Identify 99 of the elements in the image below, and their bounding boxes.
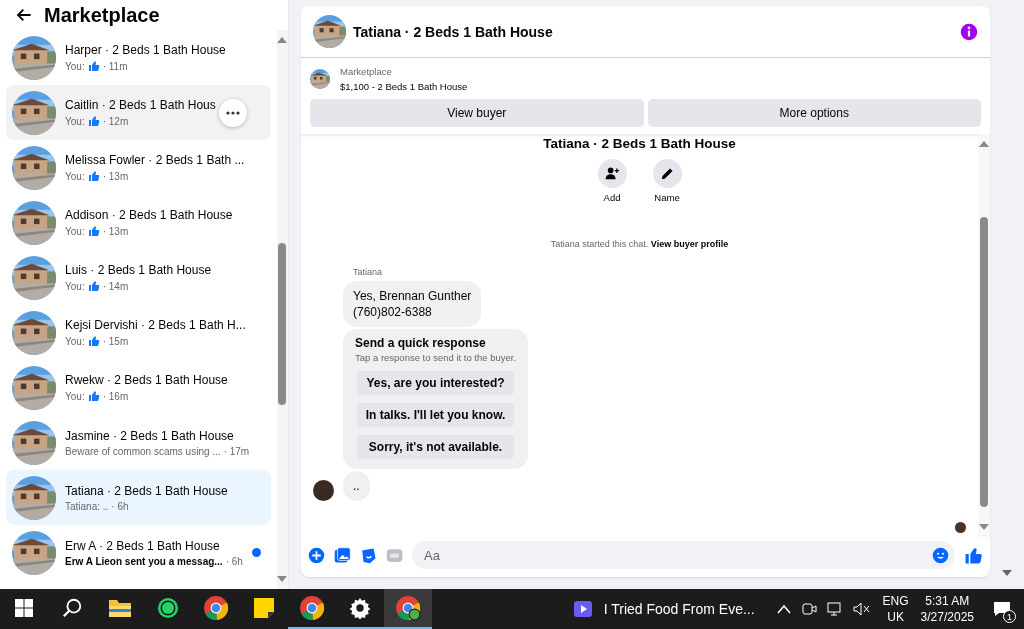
sender-name: Tatiana [353, 267, 384, 277]
conversation-title: Luis · 2 Beds 1 Bath House [65, 263, 213, 277]
scroll-down-icon[interactable] [277, 576, 288, 583]
sticker-icon[interactable] [360, 546, 377, 564]
thumbs-up-icon [87, 115, 100, 127]
media-title[interactable]: I Tried Food From Eve... [603, 601, 755, 617]
message-time: · 12m [102, 115, 129, 127]
pencil-icon [659, 166, 675, 181]
message-time: · 13m [102, 170, 129, 182]
conversation-heading: Tatiana · 2 Beds 1 Bath House [543, 136, 736, 151]
muted-speaker-icon[interactable] [852, 601, 871, 617]
conversation-title: Erw A · 2 Beds 1 Bath House [65, 538, 221, 553]
notification-count: 1 [1003, 610, 1016, 623]
conversation-title: Melissa Fowler · 2 Beds 1 Bath ... [65, 153, 246, 167]
windows-logo-icon[interactable] [15, 599, 33, 617]
image-icon[interactable] [334, 546, 351, 564]
quick-reply-button[interactable]: Sorry, it's not available. [357, 435, 515, 459]
emoji-icon[interactable] [932, 546, 949, 564]
message-time: · 11m [102, 60, 128, 72]
message-preview: You: [65, 170, 85, 182]
thumbs-up-icon [87, 170, 100, 182]
browser-icon[interactable] [395, 595, 421, 621]
chat-title: Tatiana · 2 Beds 1 Bath House [353, 23, 554, 40]
message-preview: Beware of common scams using ... [65, 445, 221, 457]
browser-icon[interactable] [299, 595, 325, 621]
folder-icon[interactable] [108, 597, 132, 619]
scrollbar-thumb[interactable] [278, 243, 287, 405]
listing-label: Marketplace [340, 66, 393, 77]
scroll-up-icon[interactable] [979, 140, 989, 147]
message-time: · 13m [102, 225, 129, 237]
scrollbar-thumb[interactable] [980, 217, 988, 507]
message-preview: You: [65, 390, 85, 402]
message-time: · 15m [102, 335, 129, 347]
conversation-title: Kejsi Dervishi · 2 Beds 1 Bath H... [65, 318, 247, 332]
conversation-title: Jasmine · 2 Beds 1 Bath House [65, 428, 235, 443]
message-time: · 17m [223, 445, 250, 457]
message-bubble: .. [343, 471, 370, 501]
message-time: · 16m [102, 390, 129, 402]
chat-notice: Tatiana started this chat. View buyer profile [550, 239, 729, 249]
settings-icon[interactable] [349, 597, 371, 619]
browser-icon[interactable] [203, 595, 229, 621]
scroll-up-icon[interactable] [277, 36, 288, 43]
add-person-icon [604, 166, 620, 181]
chevron-up-icon[interactable] [776, 604, 791, 614]
thumbs-up-icon [87, 390, 100, 402]
message-preview: You: [65, 60, 85, 72]
camera-icon[interactable] [800, 601, 817, 617]
network-icon[interactable] [826, 601, 843, 617]
message-preview: You: [65, 115, 85, 127]
quick-response-hint: Tap a response to send it to the buyer. [355, 352, 517, 363]
thumbs-up-icon [87, 280, 100, 292]
more-icon [225, 110, 240, 115]
profile-link[interactable]: View buyer profile [650, 239, 729, 249]
message-bubble: Yes, Brennan Gunther (760)802-6388 [343, 281, 482, 327]
plus-icon[interactable] [308, 546, 325, 564]
page-title: Marketplace [44, 3, 160, 27]
thumbs-up-icon [87, 335, 100, 347]
composer-bar[interactable]: Aa [412, 541, 955, 569]
video-icon[interactable] [573, 601, 592, 617]
message-field[interactable]: Aa [422, 546, 932, 564]
conversation-title: Tatiana · 2 Beds 1 Bath House [65, 483, 229, 498]
clock-time[interactable]: 5:31 AM [925, 594, 970, 608]
message-time: · 6h [111, 500, 129, 512]
message-preview: You: [65, 225, 85, 237]
back-arrow-icon[interactable] [16, 7, 32, 23]
seen-avatar [955, 522, 966, 533]
action-button[interactable]: View buyer [310, 99, 644, 127]
quick-response-title: Send a quick response [355, 336, 487, 350]
message-time: · 14m [102, 280, 129, 292]
conversation-item[interactable]: Tatiana · 2 Beds 1 Bath House Tatiana: .. · 6h [6, 470, 271, 525]
conversation-title: Addison · 2 Beds 1 Bath House [65, 208, 234, 222]
scroll-down-icon[interactable] [1002, 570, 1012, 577]
clock-date[interactable]: 3/27/2025 [920, 610, 974, 624]
search-icon[interactable] [61, 597, 83, 619]
message-time: · 6h [225, 555, 243, 567]
avatar [313, 480, 334, 501]
listing-detail: $1,100 - 2 Beds 1 Bath House [340, 81, 468, 92]
quick-reply-button[interactable]: In talks. I'll let you know. [357, 403, 515, 427]
thumbs-up-icon [964, 545, 983, 565]
keyboard-layout[interactable]: UK [887, 610, 904, 624]
chat-bubble-icon[interactable] [156, 596, 180, 620]
language[interactable]: ENG [882, 594, 909, 608]
thumbs-up-icon [87, 225, 100, 237]
message-preview: Erw A Lieon sent you a messag... [65, 555, 223, 567]
conversation-title: Harper · 2 Beds 1 Bath House [65, 43, 227, 57]
conversation-item[interactable]: Caitlin · 2 Beds 1 Bath Hous You: · 12m [6, 85, 271, 140]
scrollbar[interactable] [276, 30, 288, 589]
chat-scrollbar[interactable] [978, 134, 990, 537]
conversation-title: Caitlin · 2 Beds 1 Bath Hous [65, 98, 217, 112]
quick-reply-button[interactable]: Yes, are you interested? [357, 371, 515, 395]
message-preview: Tatiana: .. [65, 500, 109, 512]
info-icon[interactable] [960, 22, 978, 41]
message-preview: You: [65, 280, 85, 292]
conversation-title: Rwekw · 2 Beds 1 Bath House [65, 373, 229, 387]
thumbs-up-icon [87, 60, 100, 72]
action-button[interactable]: More options [647, 99, 981, 127]
message-preview: You: [65, 335, 85, 347]
sticky-note-icon[interactable] [253, 597, 275, 619]
scroll-down-icon[interactable] [979, 524, 989, 531]
